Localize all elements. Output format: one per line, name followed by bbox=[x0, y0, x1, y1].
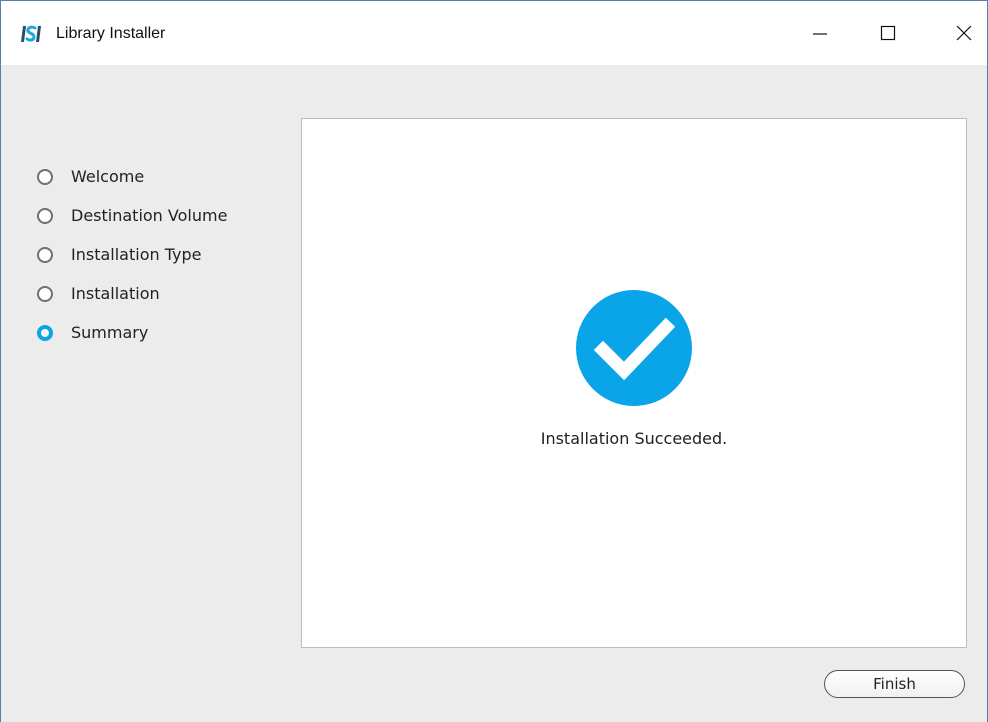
step-welcome: Welcome bbox=[37, 157, 227, 196]
close-button[interactable] bbox=[941, 13, 987, 53]
window-title: Library Installer bbox=[56, 25, 166, 42]
content-panel: Installation Succeeded. bbox=[301, 118, 967, 648]
step-label: Summary bbox=[71, 323, 149, 342]
step-indicator bbox=[37, 168, 53, 185]
step-indicator bbox=[37, 285, 53, 302]
steps-sidebar: Welcome Destination Volume Installation … bbox=[37, 157, 227, 352]
step-indicator bbox=[37, 207, 53, 224]
step-label: Welcome bbox=[71, 167, 145, 186]
status-message: Installation Succeeded. bbox=[540, 429, 728, 448]
minimize-icon bbox=[813, 33, 827, 35]
step-label: Installation Type bbox=[71, 245, 202, 264]
step-indicator-active bbox=[37, 324, 53, 341]
installer-logo-icon bbox=[21, 23, 43, 45]
close-icon bbox=[956, 25, 972, 41]
maximize-button[interactable] bbox=[865, 13, 911, 53]
step-label: Installation bbox=[71, 284, 160, 303]
step-indicator bbox=[37, 246, 53, 263]
title-bar[interactable]: Library Installer bbox=[1, 1, 987, 65]
minimize-button[interactable] bbox=[797, 13, 843, 53]
step-installation: Installation bbox=[37, 274, 227, 313]
checkmark-circle-icon bbox=[576, 290, 692, 406]
maximize-icon bbox=[880, 25, 896, 41]
installer-window: Library Installer Welcome Destination Vo… bbox=[0, 0, 988, 722]
finish-button[interactable]: Finish bbox=[824, 670, 965, 698]
step-label: Destination Volume bbox=[71, 206, 228, 225]
step-installation-type: Installation Type bbox=[37, 235, 227, 274]
step-destination-volume: Destination Volume bbox=[37, 196, 227, 235]
step-summary: Summary bbox=[37, 313, 227, 352]
